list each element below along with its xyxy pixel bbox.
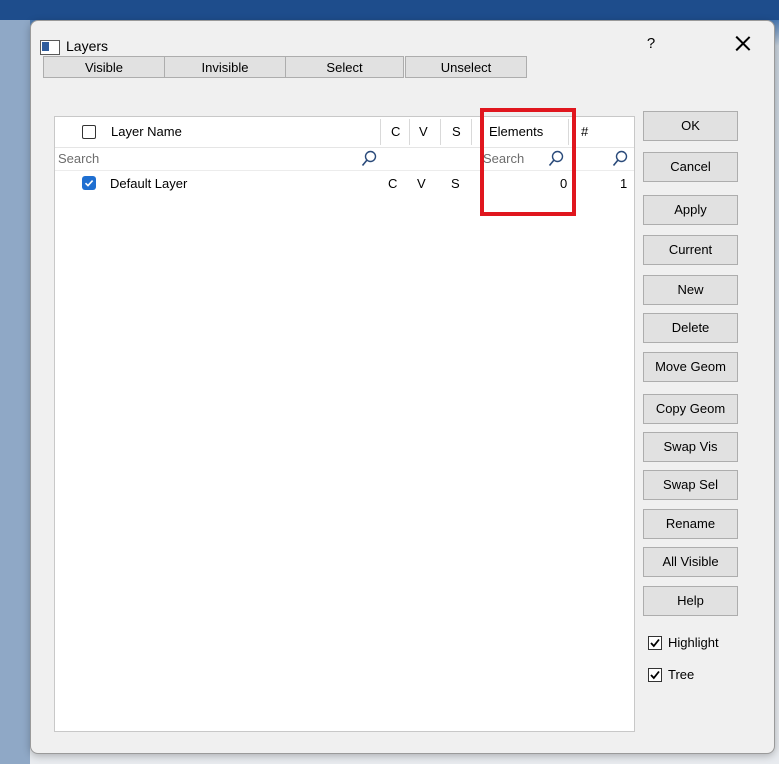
layer-c-cell: C	[388, 176, 398, 191]
copy-geom-button[interactable]: Copy Geom	[643, 394, 738, 424]
select-button[interactable]: Select	[285, 56, 404, 78]
select-all-checkbox[interactable]	[82, 125, 96, 139]
annotation-highlight-box	[480, 108, 576, 216]
search-icon[interactable]	[361, 150, 377, 168]
visible-button[interactable]: Visible	[43, 56, 165, 78]
invisible-button[interactable]: Invisible	[164, 56, 286, 78]
layer-v-cell: V	[417, 176, 426, 191]
layer-s-cell: S	[451, 176, 460, 191]
column-divider	[380, 119, 381, 145]
search-icon[interactable]	[612, 150, 628, 168]
desktop-background-top	[0, 0, 779, 20]
all-visible-button[interactable]: All Visible	[643, 547, 738, 577]
app-window-icon	[40, 40, 60, 55]
cancel-button[interactable]: Cancel	[643, 152, 738, 182]
rename-button[interactable]: Rename	[643, 509, 738, 539]
layer-name-cell: Default Layer	[110, 176, 188, 191]
help-question-button[interactable]: ?	[641, 35, 661, 52]
close-icon[interactable]	[731, 32, 755, 56]
column-header-layer-name[interactable]: Layer Name	[111, 117, 182, 147]
swap-sel-button[interactable]: Swap Sel	[643, 470, 738, 500]
column-header-c[interactable]: C	[391, 117, 400, 147]
desktop-background-left	[0, 20, 30, 764]
swap-vis-button[interactable]: Swap Vis	[643, 432, 738, 462]
delete-button[interactable]: Delete	[643, 313, 738, 343]
unselect-button[interactable]: Unselect	[405, 56, 527, 78]
highlight-checkbox[interactable]	[648, 636, 662, 650]
apply-button[interactable]: Apply	[643, 195, 738, 225]
tree-label: Tree	[668, 667, 695, 682]
layer-visible-checkbox[interactable]	[82, 176, 96, 190]
tree-checkbox[interactable]	[648, 668, 662, 682]
highlight-label: Highlight	[668, 635, 719, 650]
column-header-number[interactable]: #	[581, 117, 588, 147]
column-divider	[471, 119, 472, 145]
column-header-s[interactable]: S	[452, 117, 461, 147]
column-header-v[interactable]: V	[419, 117, 428, 147]
column-divider	[409, 119, 410, 145]
layer-number-cell: 1	[620, 176, 628, 191]
current-button[interactable]: Current	[643, 235, 738, 265]
layer-name-search-input[interactable]: Search	[58, 151, 99, 166]
window-title: Layers	[66, 38, 109, 54]
new-button[interactable]: New	[643, 275, 738, 305]
column-divider	[440, 119, 441, 145]
move-geom-button[interactable]: Move Geom	[643, 352, 738, 382]
ok-button[interactable]: OK	[643, 111, 738, 141]
help-button[interactable]: Help	[643, 586, 738, 616]
